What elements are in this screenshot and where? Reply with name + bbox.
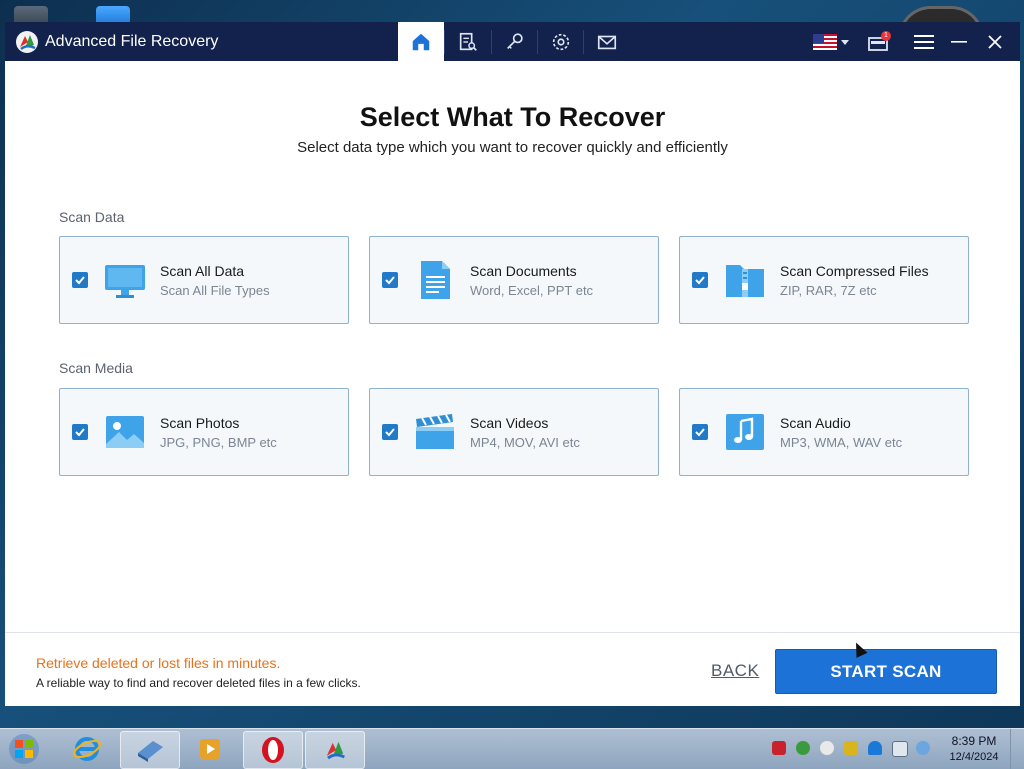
home-icon [412,33,430,50]
tools-icon[interactable] [844,741,858,755]
clapperboard-icon [416,414,454,449]
card-scan-all-data[interactable]: Scan All Data Scan All File Types [59,236,349,324]
checkmark-icon [75,276,85,285]
close-button[interactable] [983,22,1007,61]
chevron-down-icon [840,39,849,45]
document-icon [421,261,450,299]
cloud-icon[interactable] [868,741,882,755]
checkbox-scan-documents[interactable] [382,272,398,288]
volume-icon[interactable] [916,741,930,755]
footer-divider [5,632,1020,633]
card-scan-audio[interactable]: Scan Audio MP3, WMA, WAV etc [679,388,969,476]
checkbox-scan-videos[interactable] [382,424,398,440]
tab-contact[interactable] [584,22,630,61]
card-subtitle: MP4, MOV, AVI etc [470,435,580,450]
checkmark-icon [385,428,395,437]
checkmark-icon [385,276,395,285]
app-window: Advanced File Recovery 1 Select What To … [5,22,1020,706]
clock-time[interactable]: 8:39 PM [944,734,1004,748]
card-title: Scan Photos [160,415,240,431]
notification-badge: 1 [881,31,891,41]
zip-folder-icon [726,265,764,297]
media-player-icon [200,739,220,759]
minimize-icon [951,40,967,43]
card-title: Scan All Data [160,263,245,279]
network-globe-icon[interactable] [796,741,810,755]
taskbar-opera[interactable] [243,731,303,769]
mail-icon [597,35,617,49]
app-logo-icon [326,741,345,760]
taskbar-drive-app[interactable] [120,731,180,769]
taskbar-advanced-file-recovery[interactable] [305,731,365,769]
checkmark-icon [75,428,85,437]
tab-register[interactable] [492,22,538,61]
tab-scan-log[interactable] [445,22,491,61]
hamburger-menu-icon [914,34,934,49]
checkbox-scan-photos[interactable] [72,424,88,440]
card-title: Scan Compressed Files [780,263,929,279]
settings-icon [552,33,570,50]
card-scan-documents[interactable]: Scan Documents Word, Excel, PPT etc [369,236,659,324]
chat-icon[interactable] [820,741,834,755]
key-icon [507,32,523,49]
card-scan-photos[interactable]: Scan Photos JPG, PNG, BMP etc [59,388,349,476]
taskbar-media-player[interactable] [181,731,239,767]
checkbox-scan-audio[interactable] [692,424,708,440]
card-subtitle: ZIP, RAR, 7Z etc [780,283,877,298]
scan-log-icon [459,32,477,51]
shield-icon[interactable] [772,741,786,755]
card-scan-compressed-files[interactable]: Scan Compressed Files ZIP, RAR, 7Z etc [679,236,969,324]
language-selector[interactable] [811,22,851,61]
card-subtitle: MP3, WMA, WAV etc [780,435,903,450]
checkmark-icon [695,276,705,285]
page-title: Select What To Recover [359,102,666,132]
internet-explorer-icon [73,737,101,761]
checkmark-icon [695,428,705,437]
card-title: Scan Audio [780,415,851,431]
app-logo-icon [16,31,38,53]
promo-subtitle: A reliable way to find and recover delet… [36,676,361,690]
photo-icon [106,416,144,448]
taskbar: 8:39 PM 12/4/2024 [0,728,1024,769]
drive-icon [138,741,163,762]
page-subtitle: Select data type which you want to recov… [297,139,728,156]
checkbox-scan-all-data[interactable] [72,272,88,288]
start-scan-button[interactable]: START SCAN [775,649,997,694]
opera-icon [262,737,284,763]
card-subtitle: Scan All File Types [160,283,270,298]
monitor-icon [105,265,145,298]
minimize-button[interactable] [948,22,970,61]
tab-settings[interactable] [538,22,584,61]
section-label-scan-media: Scan Media [59,360,133,376]
us-flag-icon [812,33,837,50]
card-title: Scan Videos [470,415,549,431]
menu-button[interactable] [911,22,937,61]
promo-title: Retrieve deleted or lost files in minute… [36,655,281,671]
back-button[interactable]: BACK [711,661,759,681]
card-subtitle: JPG, PNG, BMP etc [160,435,277,450]
section-label-scan-data: Scan Data [59,209,125,225]
card-title: Scan Documents [470,263,577,279]
close-icon [988,34,1002,49]
tab-home[interactable] [398,22,444,61]
title-bar: Advanced File Recovery 1 [5,22,1020,61]
show-desktop-button[interactable] [1010,729,1024,769]
taskbar-internet-explorer[interactable] [58,731,116,767]
app-title: Advanced File Recovery [45,33,219,50]
music-note-icon [726,414,764,450]
display-icon[interactable] [892,741,908,757]
checkbox-scan-compressed-files[interactable] [692,272,708,288]
card-scan-videos[interactable]: Scan Videos MP4, MOV, AVI etc [369,388,659,476]
clock-date[interactable]: 12/4/2024 [944,751,1004,763]
card-subtitle: Word, Excel, PPT etc [470,283,594,298]
notifications-button[interactable]: 1 [863,22,893,61]
windows-start-icon[interactable] [6,732,42,766]
